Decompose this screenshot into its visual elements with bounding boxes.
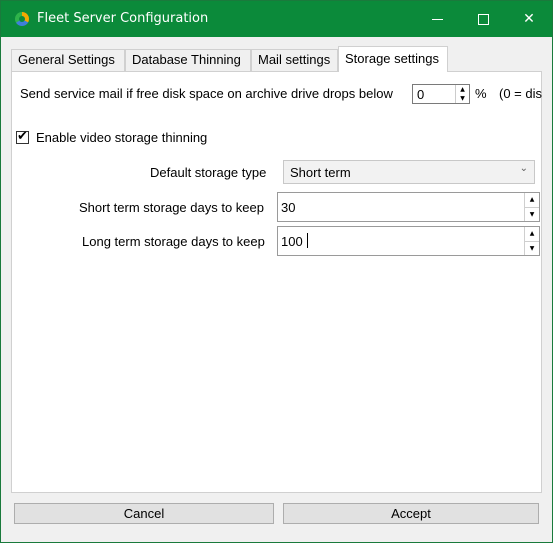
spin-down-icon[interactable]: ▼ xyxy=(525,241,539,255)
tab-database-thinning[interactable]: Database Thinning xyxy=(125,49,251,71)
chevron-down-icon: ⌄ xyxy=(519,163,528,174)
tab-storage-settings[interactable]: Storage settings xyxy=(338,46,448,72)
enable-thinning-label[interactable]: Enable video storage thinning xyxy=(36,130,207,145)
service-mail-label: Send service mail if free disk space on … xyxy=(20,86,393,101)
default-storage-type-label: Default storage type xyxy=(150,165,267,180)
free-disk-space-arrows[interactable]: ▲ ▼ xyxy=(455,85,469,103)
tab-mail-settings[interactable]: Mail settings xyxy=(251,49,338,71)
spin-down-icon[interactable]: ▼ xyxy=(456,94,469,103)
minimize-icon xyxy=(431,18,443,20)
long-term-days-label: Long term storage days to keep xyxy=(82,234,265,249)
enable-thinning-checkbox[interactable]: ✔ xyxy=(16,129,29,144)
short-term-days-label: Short term storage days to keep xyxy=(79,200,264,215)
close-button[interactable]: ✕ xyxy=(506,1,552,37)
minimize-button[interactable] xyxy=(414,1,460,37)
long-term-days-input[interactable]: 100 ▲ ▼ xyxy=(277,226,540,256)
title-bar[interactable]: Fleet Server Configuration ✕ xyxy=(1,1,552,37)
spin-up-icon[interactable]: ▲ xyxy=(456,85,469,94)
spin-down-icon[interactable]: ▼ xyxy=(525,207,539,221)
tab-general-settings[interactable]: General Settings xyxy=(11,49,125,71)
long-term-days-arrows[interactable]: ▲ ▼ xyxy=(524,227,539,255)
close-icon: ✕ xyxy=(523,11,535,27)
maximize-button[interactable] xyxy=(460,1,506,37)
maximize-icon xyxy=(477,13,489,25)
accept-button[interactable]: Accept xyxy=(283,503,539,524)
storage-settings-panel: Send service mail if free disk space on … xyxy=(11,71,542,493)
text-caret xyxy=(307,233,308,248)
short-term-days-value: 30 xyxy=(281,200,296,215)
spin-up-icon[interactable]: ▲ xyxy=(525,227,539,241)
free-disk-space-spinner[interactable]: 0 ▲ ▼ xyxy=(412,84,470,104)
percent-label: % xyxy=(475,86,487,101)
short-term-days-arrows[interactable]: ▲ ▼ xyxy=(524,193,539,221)
default-storage-type-select[interactable]: Short term ⌄ xyxy=(283,160,535,184)
default-storage-type-value: Short term xyxy=(290,165,351,180)
checkmark-icon: ✔ xyxy=(17,129,28,144)
app-logo-icon xyxy=(15,12,29,26)
cancel-button[interactable]: Cancel xyxy=(14,503,274,524)
spin-up-icon[interactable]: ▲ xyxy=(525,193,539,207)
configuration-window: Fleet Server Configuration ✕ General Set… xyxy=(0,0,553,543)
disable-hint: (0 = dis xyxy=(499,86,542,101)
short-term-days-input[interactable]: 30 ▲ ▼ xyxy=(277,192,540,222)
free-disk-space-value: 0 xyxy=(417,87,425,102)
window-title: Fleet Server Configuration xyxy=(37,11,209,26)
long-term-days-value: 100 xyxy=(281,234,303,249)
